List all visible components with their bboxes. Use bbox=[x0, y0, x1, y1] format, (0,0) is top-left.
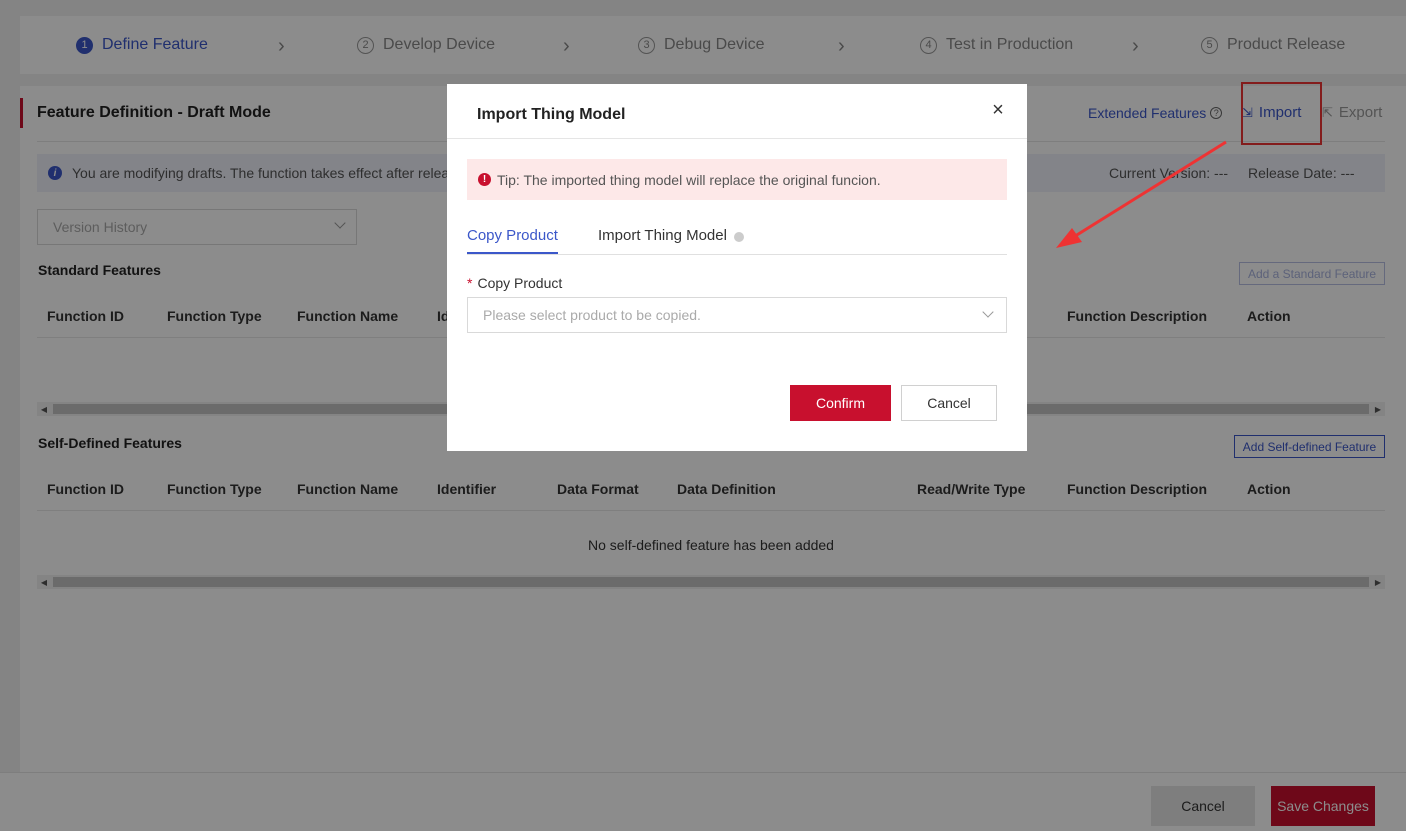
required-asterisk-icon: * bbox=[467, 275, 473, 291]
tab-copy-product[interactable]: Copy Product bbox=[467, 227, 558, 244]
tip-text: Tip: The imported thing model will repla… bbox=[497, 171, 881, 188]
tab-label: Copy Product bbox=[467, 227, 558, 244]
divider bbox=[447, 138, 1027, 139]
copy-product-label-text: Copy Product bbox=[477, 275, 563, 291]
import-thing-model-dialog: Import Thing Model × ! Tip: The imported… bbox=[447, 84, 1027, 451]
copy-product-select[interactable]: Please select product to be copied. bbox=[467, 297, 1007, 333]
chevron-down-icon bbox=[982, 306, 994, 318]
copy-product-label: * Copy Product bbox=[467, 275, 562, 291]
close-icon[interactable]: × bbox=[988, 100, 1008, 120]
info-dot-icon bbox=[733, 232, 744, 242]
error-icon: ! bbox=[478, 173, 491, 186]
dialog-cancel-button[interactable]: Cancel bbox=[901, 385, 997, 421]
tip-banner: ! Tip: The imported thing model will rep… bbox=[467, 159, 1007, 200]
tab-import-thing-model[interactable]: Import Thing Model bbox=[598, 227, 744, 244]
copy-product-placeholder: Please select product to be copied. bbox=[483, 307, 701, 323]
tab-label: Import Thing Model bbox=[598, 227, 727, 244]
active-tab-indicator bbox=[467, 252, 558, 254]
import-tabs: Copy Product Import Thing Model bbox=[467, 224, 1007, 255]
confirm-button[interactable]: Confirm bbox=[790, 385, 891, 421]
dialog-title: Import Thing Model bbox=[477, 106, 626, 123]
